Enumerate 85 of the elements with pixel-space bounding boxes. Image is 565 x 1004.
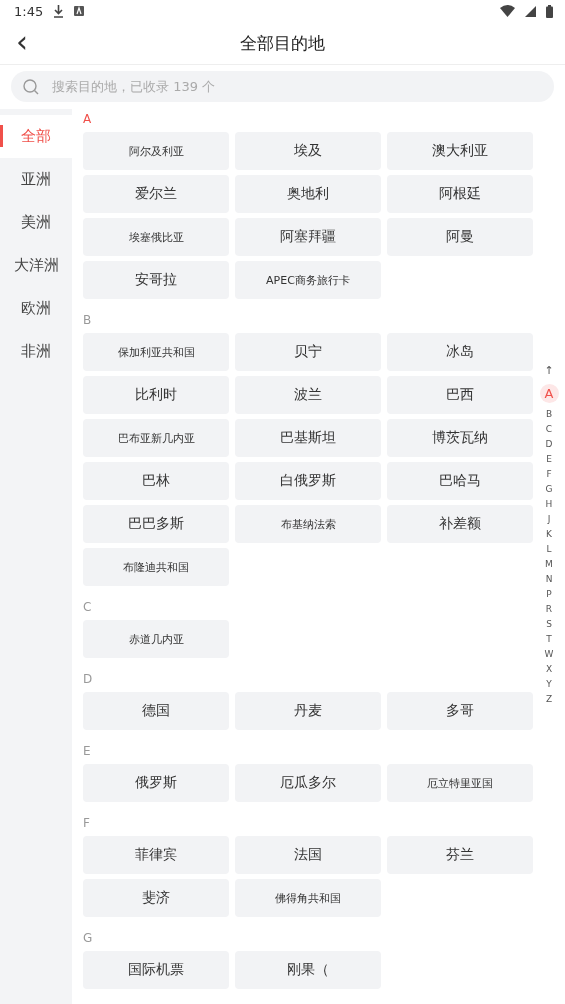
sidebar-item[interactable]: 亚洲 xyxy=(0,158,72,201)
destination-item[interactable]: 补差额 xyxy=(387,505,533,543)
destination-item[interactable]: 厄瓜多尔 xyxy=(235,764,381,802)
page-title: 全部目的地 xyxy=(240,31,325,55)
back-button[interactable]: ‹ xyxy=(12,28,32,56)
section-letter: A xyxy=(83,111,92,128)
destination-item[interactable]: 澳大利亚 xyxy=(387,132,533,170)
destination-item[interactable]: 冰岛 xyxy=(387,333,533,371)
index-letter[interactable]: R xyxy=(545,602,553,617)
index-letter[interactable]: H xyxy=(545,497,553,512)
sidebar-item[interactable]: 欧洲 xyxy=(0,287,72,330)
index-letter[interactable]: Z xyxy=(545,692,553,707)
destination-item[interactable]: 巴林 xyxy=(83,462,229,500)
search-icon xyxy=(23,79,39,95)
destination-item[interactable]: 刚果（ xyxy=(235,951,381,989)
destination-item[interactable]: 阿塞拜疆 xyxy=(235,218,381,256)
index-letter[interactable]: X xyxy=(545,662,553,677)
index-letter[interactable]: J xyxy=(547,512,551,527)
destination-item[interactable]: 博茨瓦纳 xyxy=(387,419,533,457)
destination-item[interactable]: 芬兰 xyxy=(387,836,533,874)
destination-item[interactable]: 丹麦 xyxy=(235,692,381,730)
destination-item[interactable]: 白俄罗斯 xyxy=(235,462,381,500)
index-letter[interactable]: B xyxy=(545,407,553,422)
index-letter[interactable]: S xyxy=(546,617,552,632)
index-letter[interactable]: G xyxy=(545,482,553,497)
destination-item[interactable]: 埃及 xyxy=(235,132,381,170)
destination-item[interactable]: 佛得角共和国 xyxy=(235,879,381,917)
wifi-icon xyxy=(500,5,515,17)
sidebar-item[interactable]: 大洋洲 xyxy=(0,244,72,287)
index-letter[interactable]: C xyxy=(545,422,553,437)
index-letter[interactable]: Y xyxy=(546,677,552,692)
index-letter[interactable]: P xyxy=(546,587,552,602)
destination-item[interactable]: 俄罗斯 xyxy=(83,764,229,802)
destination-item[interactable]: 波兰 xyxy=(235,376,381,414)
section-letter: F xyxy=(83,815,90,832)
index-letter[interactable]: D xyxy=(545,437,553,452)
scroll-top-link[interactable]: ↑ xyxy=(544,363,554,378)
destination-item[interactable]: 埃塞俄比亚 xyxy=(83,218,229,256)
destination-item[interactable]: 保加利亚共和国 xyxy=(83,333,229,371)
destination-item[interactable]: 菲律宾 xyxy=(83,836,229,874)
index-letter[interactable]: F xyxy=(546,467,552,482)
destination-item[interactable]: 赤道几内亚 xyxy=(83,620,229,658)
destination-item[interactable]: 巴基斯坦 xyxy=(235,419,381,457)
section-letter: G xyxy=(83,930,93,947)
signal-icon xyxy=(525,5,536,17)
destination-item[interactable]: 法国 xyxy=(235,836,381,874)
search-field[interactable]: 搜索目的地，已收录 139 个 xyxy=(11,71,554,102)
destination-item[interactable]: 布基纳法索 xyxy=(235,505,381,543)
destination-item[interactable]: 斐济 xyxy=(83,879,229,917)
destination-item[interactable]: 巴布亚新几内亚 xyxy=(83,419,229,457)
sidebar-item[interactable]: 非洲 xyxy=(0,330,72,373)
destination-item[interactable]: 阿曼 xyxy=(387,218,533,256)
destination-item[interactable]: 安哥拉 xyxy=(83,261,229,299)
index-letter[interactable]: T xyxy=(546,632,552,647)
section-letter: C xyxy=(83,599,92,616)
index-letter[interactable]: M xyxy=(545,557,553,572)
index-letter[interactable]: W xyxy=(544,647,554,662)
download-icon xyxy=(53,4,65,18)
destination-item[interactable]: 爱尔兰 xyxy=(83,175,229,213)
destination-item[interactable]: APEC商务旅行卡 xyxy=(235,261,381,299)
index-letter[interactable]: E xyxy=(546,452,552,467)
destination-item[interactable]: 布隆迪共和国 xyxy=(83,548,229,586)
section-letter: D xyxy=(83,671,93,688)
section-letter: B xyxy=(83,312,92,329)
destination-item[interactable]: 巴西 xyxy=(387,376,533,414)
destination-item[interactable]: 厄立特里亚国 xyxy=(387,764,533,802)
destination-item[interactable]: 比利时 xyxy=(83,376,229,414)
destination-item[interactable]: 奥地利 xyxy=(235,175,381,213)
destination-item[interactable]: 阿尔及利亚 xyxy=(83,132,229,170)
index-letter[interactable]: N xyxy=(545,572,553,587)
destination-item[interactable]: 国际机票 xyxy=(83,951,229,989)
destination-item[interactable]: 阿根廷 xyxy=(387,175,533,213)
destination-item[interactable]: 多哥 xyxy=(387,692,533,730)
index-letter[interactable]: L xyxy=(546,542,552,557)
destination-item[interactable]: 巴巴多斯 xyxy=(83,505,229,543)
destination-item[interactable]: 巴哈马 xyxy=(387,462,533,500)
destination-item[interactable]: 贝宁 xyxy=(235,333,381,371)
battery-icon xyxy=(546,4,553,18)
sidebar-item[interactable]: 美洲 xyxy=(0,201,72,244)
keyboard-icon xyxy=(74,6,85,16)
sidebar-item[interactable]: 全部 xyxy=(0,115,72,158)
index-letter[interactable]: K xyxy=(546,527,552,542)
destination-item[interactable]: 德国 xyxy=(83,692,229,730)
clock-time: 1:45 xyxy=(14,3,44,19)
section-letter: E xyxy=(83,743,91,760)
